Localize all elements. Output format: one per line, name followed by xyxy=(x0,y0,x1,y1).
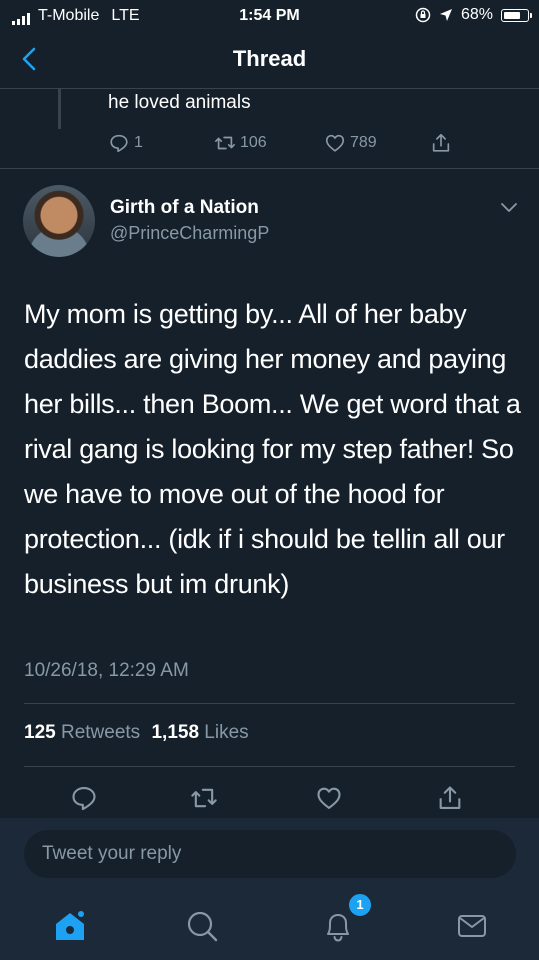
rotation-lock-icon xyxy=(415,7,431,23)
chevron-down-icon[interactable] xyxy=(498,200,520,216)
status-bar: T-Mobile LTE 1:54 PM 68% xyxy=(0,0,539,32)
tweet-text: My mom is getting by... All of her baby … xyxy=(24,299,521,599)
retweet-icon[interactable] xyxy=(190,784,218,812)
heart-icon[interactable] xyxy=(315,784,343,812)
likes-stat[interactable]: 1,158 Likes xyxy=(151,722,248,743)
previous-retweet-button[interactable]: 106 xyxy=(214,132,267,154)
previous-tweet-text: he loved animals xyxy=(108,92,251,113)
status-right: 68% xyxy=(415,6,532,24)
messages-envelope-icon[interactable] xyxy=(452,906,492,946)
reply-icon[interactable] xyxy=(70,784,98,812)
previous-reply-button[interactable]: 1 xyxy=(108,132,143,154)
author-name[interactable]: Girth of a Nation xyxy=(110,197,259,219)
location-icon xyxy=(439,9,452,21)
share-icon xyxy=(432,133,450,152)
retweet-label: Retweets xyxy=(60,722,141,743)
avatar[interactable] xyxy=(23,185,95,257)
previous-share-button[interactable] xyxy=(430,132,452,154)
previous-like-button[interactable]: 789 xyxy=(324,132,377,154)
heart-icon xyxy=(325,134,345,152)
like-count: 1,158 xyxy=(151,722,200,743)
share-icon[interactable] xyxy=(436,784,464,812)
home-icon[interactable] xyxy=(50,906,90,946)
notifications-badge: 1 xyxy=(347,892,373,918)
battery-icon xyxy=(501,8,532,22)
reply-icon xyxy=(110,134,128,153)
divider xyxy=(24,766,515,767)
tab-bar: 1 xyxy=(0,892,539,956)
tweet-divider xyxy=(0,168,539,169)
page-title: Thread xyxy=(232,46,307,71)
retweet-icon xyxy=(215,136,235,150)
search-icon[interactable] xyxy=(182,906,222,946)
previous-like-count: 789 xyxy=(350,134,377,151)
tweet-action-bar xyxy=(0,780,539,816)
retweets-stat[interactable]: 125 Retweets xyxy=(24,722,145,743)
previous-tweet-actions: 1 106 789 xyxy=(108,132,528,156)
tweet-stats: 125 Retweets 1,158 Likes xyxy=(24,722,249,744)
previous-retweet-count: 106 xyxy=(240,134,267,151)
nav-header: Thread xyxy=(0,32,539,89)
author-handle[interactable]: @PrinceCharmingP xyxy=(110,223,269,244)
previous-reply-count: 1 xyxy=(134,134,143,151)
divider xyxy=(24,703,515,704)
thread-connector-line xyxy=(58,89,61,129)
reply-input[interactable] xyxy=(24,830,516,878)
reply-area: 1 xyxy=(0,818,539,960)
retweet-count: 125 xyxy=(24,722,56,743)
like-label: Likes xyxy=(204,722,249,743)
tweet-timestamp: 10/26/18, 12:29 AM xyxy=(24,660,189,681)
battery-percent: 68% xyxy=(460,6,493,23)
